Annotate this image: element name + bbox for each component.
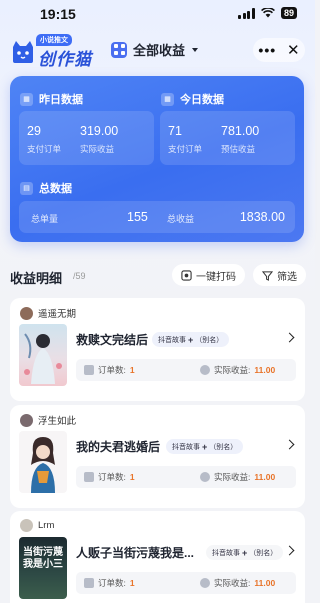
coin-icon <box>200 472 210 482</box>
filter-label: 筛选 <box>277 271 297 283</box>
cover-illustration <box>24 333 62 384</box>
logo-text: 创作猫 <box>38 50 92 69</box>
platform-tag: 抖音故事 + （别名） <box>152 332 230 347</box>
scope-label: 全部收益 <box>133 43 186 58</box>
order-count: 订单数: 1 <box>84 471 135 483</box>
order-count: 订单数: 1 <box>84 577 135 589</box>
coin-icon <box>200 365 210 375</box>
total-count: 155 <box>127 210 148 224</box>
total-income-label: 总收益 <box>167 214 195 224</box>
cover-text: 当街污蔑我是小三 <box>23 547 63 570</box>
one-click-mask-button[interactable]: 一键打码 <box>172 264 245 286</box>
cover-illustration <box>31 437 55 493</box>
order-icon <box>84 578 94 588</box>
coin-icon <box>200 578 210 588</box>
avatar <box>20 519 33 532</box>
today-income: 781.00 <box>221 124 260 138</box>
total-panel: 总单量 155 总收益 1838.00 <box>19 201 295 233</box>
author-row: Lrm <box>20 519 54 532</box>
cat-logo-icon <box>13 41 33 63</box>
actual-income: 实际收益: 11.00 <box>200 577 275 589</box>
yesterday-orders-label: 支付订单 <box>27 144 62 154</box>
caret-down-icon <box>192 47 199 52</box>
filter-button[interactable]: 筛选 <box>253 264 306 286</box>
today-panel: 71 支付订单 781.00 预估收益 <box>160 111 295 165</box>
book-cover <box>19 431 67 493</box>
chart-icon: ▤ <box>20 181 33 195</box>
book-title: 救赎文完结后 <box>76 333 149 347</box>
today-orders: 71 <box>168 124 182 138</box>
app-logo: 小说推文 创作猫 <box>10 34 100 69</box>
order-icon <box>84 472 94 482</box>
earnings-list-header: 收益明细 /59 一键打码 筛选 <box>10 262 306 288</box>
actual-income: 实际收益: 11.00 <box>200 471 275 483</box>
status-bar: 19:15 89 <box>0 0 315 28</box>
calendar-icon: ▦ <box>20 92 33 106</box>
author-row: 遥遥无期 <box>20 306 76 320</box>
earnings-scope-dropdown[interactable]: 全部收益 <box>111 40 199 59</box>
total-income: 1838.00 <box>239 210 285 224</box>
platform-tag: 抖音故事 + （别名） <box>166 439 244 454</box>
yesterday-panel: 29 支付订单 319.00 实际收益 <box>19 111 154 165</box>
order-icon <box>84 365 94 375</box>
today-income-label: 预估收益 <box>221 144 256 154</box>
list-count: /59 <box>73 271 86 281</box>
item-stats: 订单数: 1 实际收益: 11.00 <box>76 466 296 488</box>
book-cover: 当街污蔑我是小三 <box>19 537 67 599</box>
grid-icon <box>111 41 127 58</box>
yesterday-orders: 29 <box>27 124 41 138</box>
book-title: 我的夫君逃婚后 <box>76 440 161 454</box>
author-name: 遥遥无期 <box>38 309 77 320</box>
list-item[interactable]: 遥遥无期 救赎文完结后 抖音故事 + （别名） 订单数: 1 实际收益: 11.00 <box>10 298 305 401</box>
mask-icon <box>181 269 192 281</box>
battery-indicator: 89 <box>280 7 297 19</box>
total-title: ▤ 总数据 <box>20 180 72 196</box>
one-click-mask-label: 一键打码 <box>196 271 236 283</box>
book-cover <box>19 324 67 386</box>
author-row: 浮生如此 <box>20 413 76 427</box>
close-icon[interactable]: ✕ <box>287 41 300 59</box>
more-dots-icon[interactable]: ••• <box>258 43 276 57</box>
status-icons: 89 <box>238 7 297 19</box>
wifi-icon <box>261 8 275 18</box>
list-item[interactable]: Lrm 当街污蔑我是小三 人贩子当街污蔑我是... 抖音故事 + （别名） 订单数:… <box>10 511 305 603</box>
item-stats: 订单数: 1 实际收益: 11.00 <box>76 572 296 594</box>
platform-tag: 抖音故事 + （别名） <box>206 545 284 560</box>
chevron-right-icon[interactable] <box>284 332 295 343</box>
total-count-label: 总单量 <box>31 214 59 224</box>
actual-income: 实际收益: 11.00 <box>200 364 275 376</box>
avatar <box>20 413 33 427</box>
list-title: 收益明细 <box>10 271 63 286</box>
yesterday-income-label: 实际收益 <box>80 144 115 154</box>
yesterday-title: ▦ 昨日数据 <box>20 91 83 107</box>
list-item[interactable]: 浮生如此 我的夫君逃婚后 抖音故事 + （别名） 订单数: 1 实际收益: 11.00 <box>10 405 305 508</box>
chevron-right-icon[interactable] <box>284 439 295 450</box>
status-time: 19:15 <box>40 6 76 22</box>
order-count: 订单数: 1 <box>84 364 135 376</box>
filter-icon <box>262 270 273 281</box>
book-title: 人贩子当街污蔑我是... <box>76 546 195 560</box>
yesterday-income: 319.00 <box>80 124 119 138</box>
miniapp-capsule: ••• ✕ <box>253 38 305 62</box>
signal-icon <box>238 7 255 19</box>
app-header: 小说推文 创作猫 全部收益 ••• ✕ <box>0 30 315 70</box>
today-title: ▦ 今日数据 <box>161 91 224 107</box>
author-name: Lrm <box>38 520 55 531</box>
today-orders-label: 支付订单 <box>168 144 203 154</box>
calendar-icon: ▦ <box>161 92 174 106</box>
author-name: 浮生如此 <box>38 416 77 427</box>
item-stats: 订单数: 1 实际收益: 11.00 <box>76 359 296 381</box>
chevron-right-icon[interactable] <box>284 545 295 556</box>
stats-card: ▦ 昨日数据 ▦ 今日数据 29 支付订单 319.00 实际收益 71 支付订… <box>10 76 304 242</box>
avatar <box>20 306 33 320</box>
